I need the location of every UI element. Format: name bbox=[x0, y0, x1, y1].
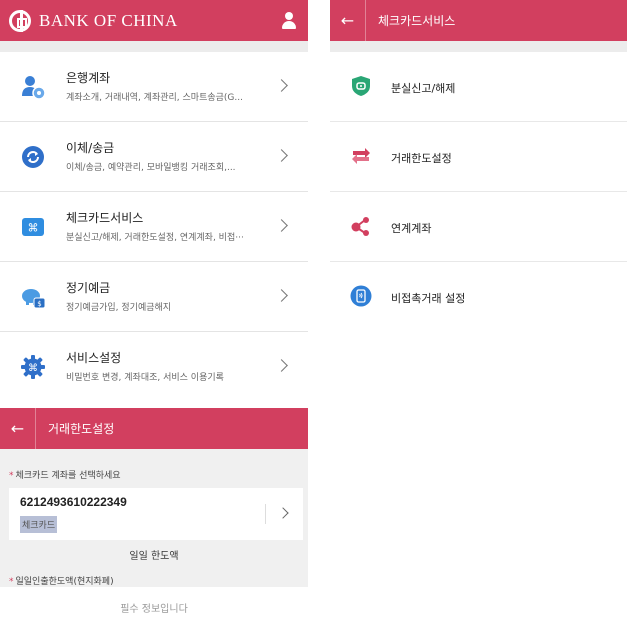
account-type-badge: 체크카드 bbox=[20, 516, 58, 533]
user-profile-icon[interactable] bbox=[281, 12, 297, 29]
screen-header: ← 거래한도설정 bbox=[0, 408, 308, 449]
chevron-right-icon bbox=[275, 149, 288, 162]
brand: BANK OF CHINA bbox=[9, 9, 178, 32]
required-message: 필수 정보입니다 bbox=[120, 604, 188, 615]
required-star: * bbox=[9, 577, 14, 587]
contactless-phone-icon bbox=[350, 285, 372, 307]
chevron-right-icon bbox=[275, 219, 288, 232]
divider bbox=[265, 504, 266, 524]
screen-header: ← 체크카드서비스 bbox=[330, 0, 627, 41]
limit-setting-screen: ← 거래한도설정 * 체크카드 계좌를 선택하세요 621249361022234… bbox=[0, 408, 308, 622]
shield-icon bbox=[352, 76, 370, 96]
menu-item-subtitle: 비밀번호 변경, 계좌대조, 서비스 이용기록 bbox=[66, 373, 224, 383]
check-item-label: 비접촉거래 설정 bbox=[391, 292, 466, 305]
command-card-icon: ⌘ bbox=[22, 218, 44, 236]
check-item-label: 분실신고/해제 bbox=[391, 82, 456, 95]
back-arrow-icon[interactable]: ← bbox=[330, 0, 366, 41]
bank-logo-icon bbox=[9, 9, 31, 32]
chevron-right-icon bbox=[275, 359, 288, 372]
user-account-icon bbox=[22, 76, 46, 100]
swap-arrows-icon bbox=[352, 148, 370, 164]
svg-text:⌘: ⌘ bbox=[28, 222, 39, 235]
main-menu-screen: BANK OF CHINA 은행계좌 계좌소개, 거래내역, 계좌관리, 스마트… bbox=[0, 0, 308, 402]
daily-limit-label: 일일 한도액 bbox=[129, 551, 179, 562]
menu-item-bank-account[interactable]: 은행계좌 계좌소개, 거래내역, 계좌관리, 스마트송금(G... bbox=[0, 52, 308, 122]
menu-item-title: 이체/송금 bbox=[66, 141, 115, 155]
header-spacer bbox=[0, 41, 308, 52]
menu-item-title: 정기예금 bbox=[66, 281, 111, 295]
check-item-lost-report[interactable]: 분실신고/해제 bbox=[330, 52, 627, 122]
daily-withdraw-text: 일일인출한도액(현지화폐) bbox=[15, 577, 114, 587]
select-account-text: 체크카드 계좌를 선택하세요 bbox=[15, 471, 121, 481]
menu-item-subtitle: 이체/송금, 예약관리, 모바일뱅킹 거래조회,... bbox=[66, 163, 236, 173]
menu-list: 은행계좌 계좌소개, 거래내역, 계좌관리, 스마트송금(G... 이체/송금 … bbox=[0, 52, 308, 402]
piggy-bank-icon: $ bbox=[22, 289, 46, 309]
menu-item-subtitle: 계좌소개, 거래내역, 계좌관리, 스마트송금(G... bbox=[66, 93, 243, 103]
menu-item-service-settings[interactable]: ⌘ 서비스설정 비밀번호 변경, 계좌대조, 서비스 이용기록 bbox=[0, 332, 308, 402]
refresh-transfer-icon bbox=[22, 146, 44, 168]
check-item-label: 연계계좌 bbox=[391, 222, 432, 235]
check-card-menu: 분실신고/해제 거래한도설정 연계계좌 비접촉거래 설정 bbox=[330, 52, 627, 332]
check-item-limit-setting[interactable]: 거래한도설정 bbox=[330, 122, 627, 192]
menu-item-deposit[interactable]: $ 정기예금 정기예금가입, 정기예금해지 bbox=[0, 262, 308, 332]
check-item-contactless[interactable]: 비접촉거래 설정 bbox=[330, 262, 627, 332]
app-header: BANK OF CHINA bbox=[0, 0, 308, 41]
menu-item-transfer[interactable]: 이체/송금 이체/송금, 예약관리, 모바일뱅킹 거래조회,... bbox=[0, 122, 308, 192]
check-card-service-screen: ← 체크카드서비스 분실신고/해제 거래한도설정 연계계좌 비접촉거래 설정 bbox=[330, 0, 627, 402]
check-item-label: 거래한도설정 bbox=[391, 152, 452, 165]
gear-icon: ⌘ bbox=[21, 355, 45, 379]
check-item-linked-account[interactable]: 연계계좌 bbox=[330, 192, 627, 262]
account-selector[interactable]: 6212493610222349 체크카드 bbox=[9, 488, 303, 540]
back-arrow-icon[interactable]: ← bbox=[0, 408, 36, 449]
chevron-right-icon bbox=[277, 507, 289, 519]
page-title: 거래한도설정 bbox=[48, 422, 115, 436]
daily-withdraw-label: * 일일인출한도액(현지화폐) bbox=[9, 574, 114, 587]
header-spacer bbox=[330, 41, 627, 52]
menu-item-title: 서비스설정 bbox=[66, 351, 122, 365]
required-star: * bbox=[9, 471, 14, 481]
account-number: 6212493610222349 bbox=[20, 495, 127, 509]
svg-text:$: $ bbox=[37, 300, 41, 308]
menu-item-subtitle: 분실신고/해제, 거래한도설정, 연계계좌, 비접··· bbox=[66, 233, 244, 243]
select-account-label: * 체크카드 계좌를 선택하세요 bbox=[9, 468, 121, 481]
menu-item-title: 은행계좌 bbox=[66, 71, 111, 85]
chevron-right-icon bbox=[275, 79, 288, 92]
menu-item-subtitle: 정기예금가입, 정기예금해지 bbox=[66, 303, 172, 313]
link-nodes-icon bbox=[351, 217, 369, 236]
menu-item-check-card[interactable]: ⌘ 체크카드서비스 분실신고/해제, 거래한도설정, 연계계좌, 비접··· bbox=[0, 192, 308, 262]
svg-text:⌘: ⌘ bbox=[28, 363, 38, 374]
menu-item-title: 체크카드서비스 bbox=[66, 211, 144, 225]
page-title: 체크카드서비스 bbox=[378, 14, 456, 28]
brand-name: BANK OF CHINA bbox=[39, 10, 178, 30]
chevron-right-icon bbox=[275, 289, 288, 302]
